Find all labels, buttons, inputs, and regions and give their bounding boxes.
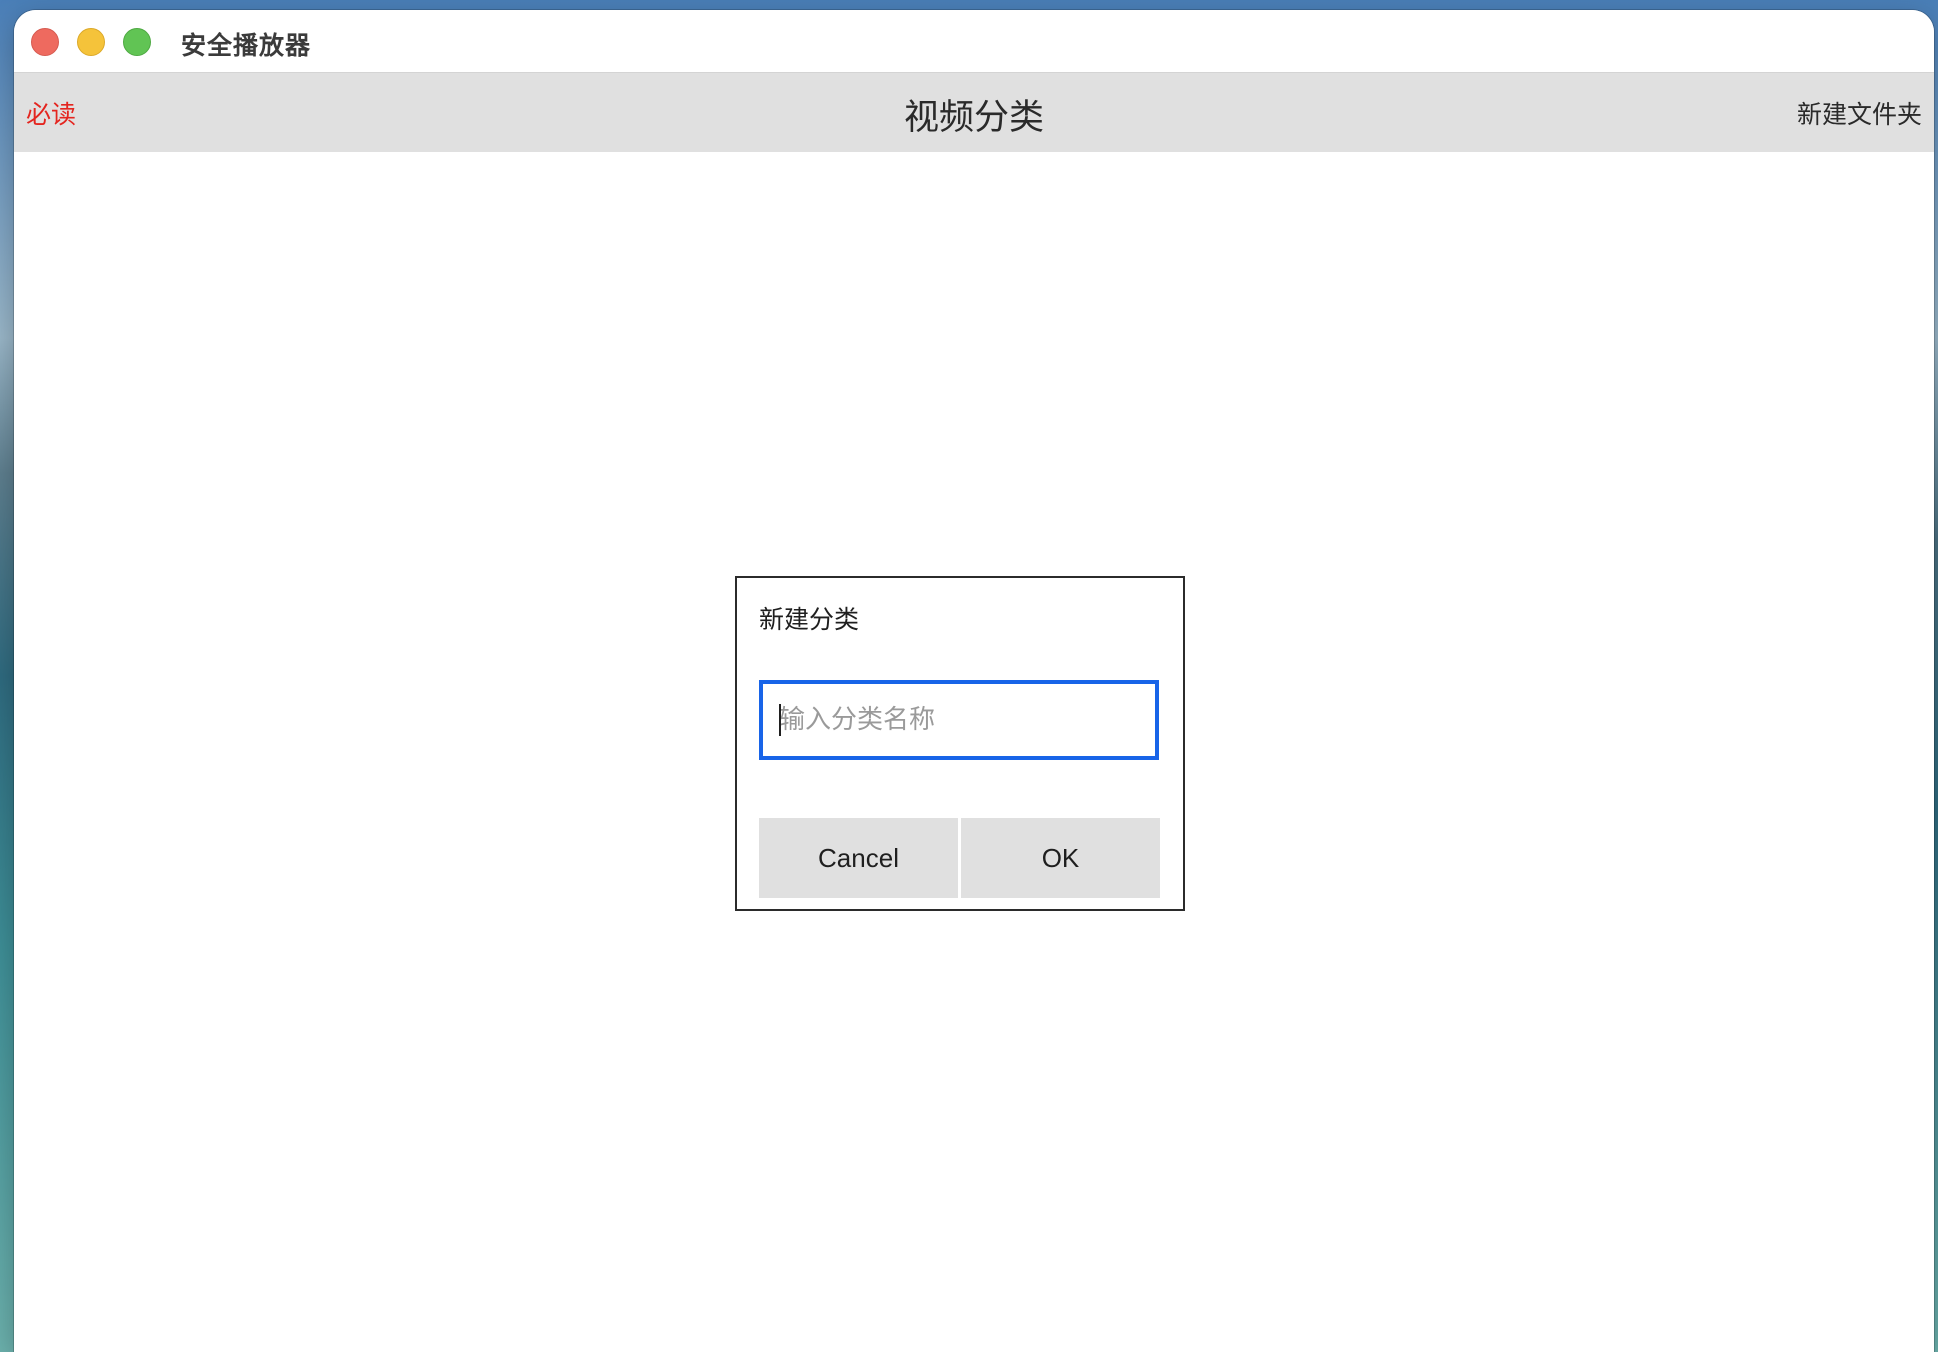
text-caret <box>779 704 781 736</box>
new-folder-button[interactable]: 新建文件夹 <box>1797 95 1922 131</box>
close-window-button[interactable] <box>31 28 59 56</box>
dialog-title: 新建分类 <box>759 605 860 634</box>
page-title: 视频分类 <box>903 98 1044 138</box>
desktop-background-right <box>1934 0 1938 1352</box>
navigation-bar: 必读 视频分类 新建文件夹 <box>14 72 1934 152</box>
zoom-window-button[interactable] <box>123 28 151 56</box>
category-name-input[interactable] <box>763 684 1155 756</box>
window-title: 安全播放器 <box>181 31 312 60</box>
new-category-dialog: 新建分类 Cancel OK <box>735 576 1185 911</box>
title-bar[interactable]: 安全播放器 <box>14 10 1934 72</box>
cancel-button[interactable]: Cancel <box>759 818 958 898</box>
category-name-field[interactable] <box>759 680 1159 760</box>
minimize-window-button[interactable] <box>77 28 105 56</box>
ok-button[interactable]: OK <box>961 818 1160 898</box>
